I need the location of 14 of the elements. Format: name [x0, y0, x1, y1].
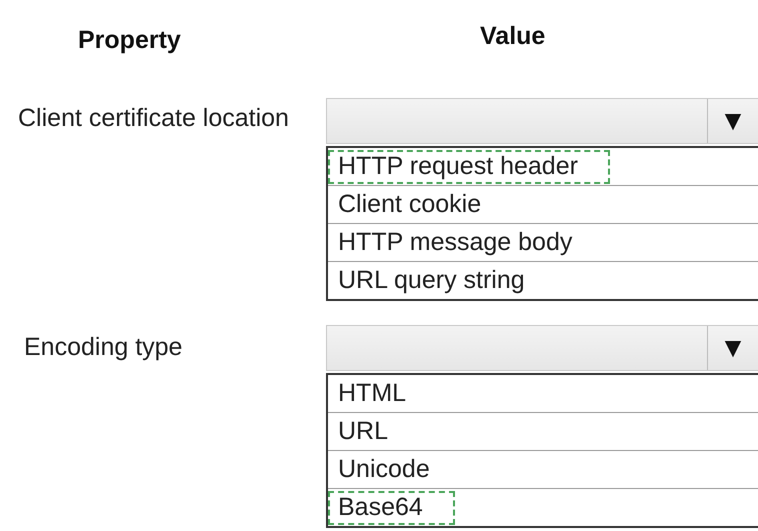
dropdown[interactable]: ▼ [326, 325, 758, 371]
dropdown-option[interactable]: HTTP message body [328, 226, 578, 260]
column-header: Property [77, 25, 182, 55]
property-label: Encoding type [23, 332, 184, 362]
dropdown-option[interactable]: HTML [328, 376, 412, 410]
dropdown-option[interactable]: URL query string [328, 264, 531, 298]
dropdown-option[interactable]: Client cookie [328, 188, 488, 222]
dropdown[interactable]: ▼ [326, 98, 758, 144]
column-header: Value [479, 21, 546, 51]
dropdown-option[interactable]: URL [328, 414, 394, 448]
dropdown-option[interactable]: Unicode [328, 452, 436, 486]
dropdown-option[interactable]: HTTP request header [328, 150, 610, 184]
dropdown-option[interactable]: Base64 [328, 490, 455, 524]
property-label: Client certificate location [17, 103, 290, 133]
